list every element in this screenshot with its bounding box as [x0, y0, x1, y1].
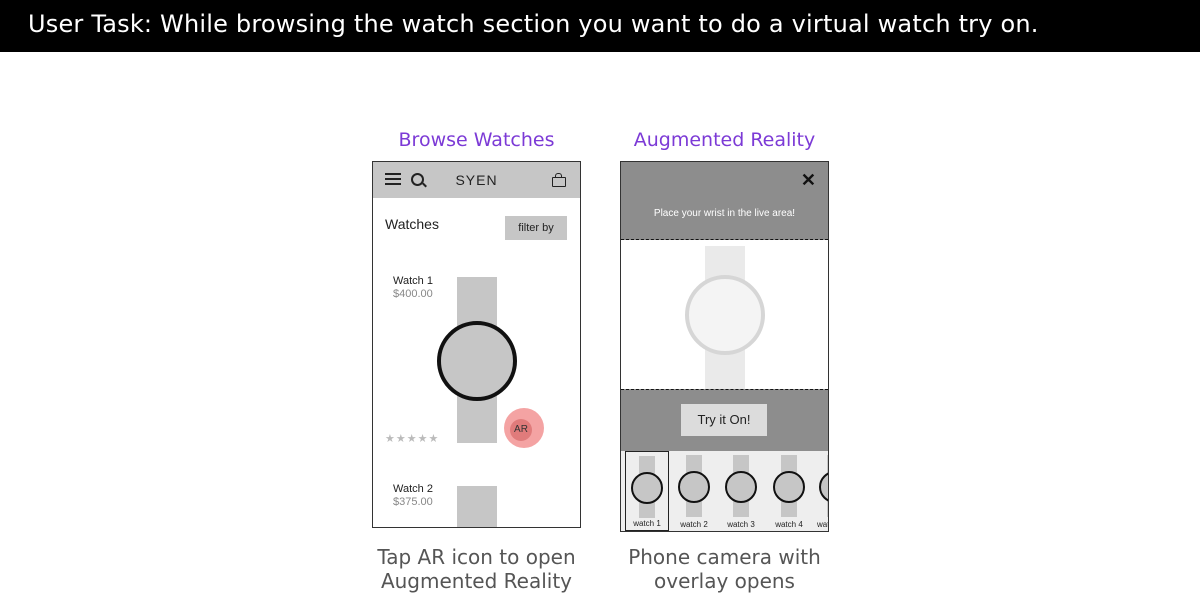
thumb-label: watch 5 — [817, 520, 828, 529]
caption-line: Augmented Reality — [380, 569, 573, 593]
watch-selector: watch 1 watch 2 watch 3 watch 4 watch 5 — [621, 451, 828, 531]
caption-line: Tap AR icon to open — [377, 545, 576, 569]
ar-top-overlay: ✕ Place your wrist in the live area! — [621, 162, 828, 240]
instruction-text: Place your wrist in the live area! — [653, 208, 796, 219]
thumb-label: watch 3 — [727, 520, 755, 529]
brand-logo: SYEN — [455, 172, 498, 188]
task-text: User Task: While browsing the watch sect… — [28, 10, 1039, 38]
rating-stars: ★★★★★ — [385, 433, 440, 445]
watch-thumb[interactable]: watch 1 — [625, 451, 669, 531]
try-on-button[interactable]: Try it On! — [681, 404, 767, 436]
product-name: Watch 1 — [393, 275, 433, 287]
watch-thumb[interactable]: watch 2 — [672, 451, 716, 531]
watch-strap-image — [457, 486, 497, 527]
ar-try-on-screen: ✕ Place your wrist in the live area! Try… — [620, 161, 829, 532]
thumb-label: watch 2 — [680, 520, 708, 529]
ar-button[interactable]: AR — [510, 419, 532, 441]
product-name: Watch 2 — [393, 483, 433, 495]
panel-title-browse: Browse Watches — [398, 129, 555, 151]
watch-thumb[interactable]: watch 5 — [813, 451, 828, 531]
watch-thumb[interactable]: watch 3 — [719, 451, 763, 531]
caption-line: overlay opens — [654, 569, 795, 593]
watch-dial-image — [437, 321, 517, 401]
thumb-label: watch 4 — [775, 520, 803, 529]
live-camera-area — [621, 240, 828, 389]
task-banner: User Task: While browsing the watch sect… — [0, 0, 1200, 52]
page-title: Watches — [385, 216, 439, 232]
caption-line: Phone camera with — [628, 545, 821, 569]
thumb-dial — [631, 472, 663, 504]
filter-button[interactable]: filter by — [505, 216, 567, 240]
thumb-dial — [819, 471, 828, 503]
watch-thumb[interactable]: watch 4 — [767, 451, 811, 531]
browse-watches-screen: SYEN Watches filter by Watch 1 $400.00 ★… — [372, 161, 581, 528]
caption-ar: Phone camera with overlay opens — [600, 545, 849, 593]
caption-browse: Tap AR icon to open Augmented Reality — [352, 545, 601, 593]
product-price: $400.00 — [393, 288, 433, 300]
thumb-dial — [725, 471, 757, 503]
app-header: SYEN — [373, 162, 580, 198]
thumb-dial — [773, 471, 805, 503]
panel-title-ar: Augmented Reality — [633, 129, 816, 151]
close-icon[interactable]: ✕ — [801, 170, 816, 191]
cart-icon[interactable] — [552, 173, 566, 187]
watch-dial-overlay — [685, 275, 765, 355]
thumb-label: watch 1 — [633, 519, 661, 528]
thumb-dial — [678, 471, 710, 503]
product-price: $375.00 — [393, 496, 433, 508]
